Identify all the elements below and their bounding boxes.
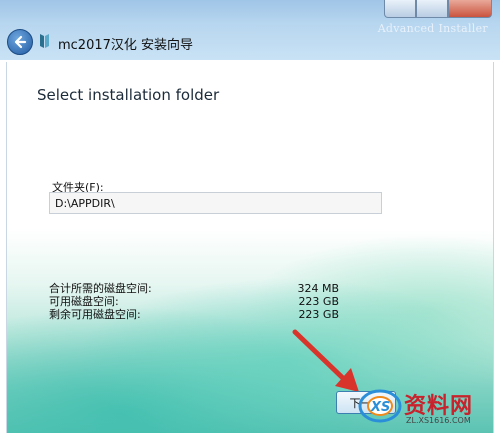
installer-brand-text: Advanced Installer <box>377 22 488 35</box>
window-title-bar: Advanced Installer mc2017汉化 安装向导 <box>0 0 500 60</box>
disk-space-value: 223 GB <box>298 295 339 308</box>
minimize-icon[interactable] <box>384 0 416 18</box>
disk-space-row: 剩余可用磁盘空间: 223 GB <box>49 308 339 321</box>
watermark-logo-icon: XS <box>358 389 402 423</box>
close-icon[interactable] <box>448 0 492 18</box>
disk-space-value: 324 MB <box>297 282 339 295</box>
disk-space-label: 合计所需的磁盘空间: <box>49 282 152 295</box>
disk-space-summary: 合计所需的磁盘空间: 324 MB 可用磁盘空间: 223 GB 剩余可用磁盘空… <box>49 282 339 321</box>
red-arrow-annotation <box>292 329 359 392</box>
page-title: Select installation folder <box>37 86 220 104</box>
maximize-icon[interactable] <box>416 0 448 18</box>
watermark-url: ZL.XS1616.COM <box>406 416 471 425</box>
back-arrow-icon <box>14 35 27 49</box>
disk-space-label: 剩余可用磁盘空间: <box>49 308 141 321</box>
disk-space-row: 合计所需的磁盘空间: 324 MB <box>49 282 339 295</box>
app-icon <box>40 34 49 48</box>
window-controls <box>384 0 492 20</box>
watermark: XS 资料网 ZL.XS1616.COM <box>358 378 500 433</box>
folder-path-input[interactable] <box>49 192 382 214</box>
disk-space-label: 可用磁盘空间: <box>49 295 119 308</box>
disk-space-row: 可用磁盘空间: 223 GB <box>49 295 339 308</box>
watermark-logo-text: XS <box>370 400 390 415</box>
back-button[interactable] <box>7 29 33 55</box>
window-title: mc2017汉化 安装向导 <box>58 38 194 53</box>
disk-space-value: 223 GB <box>298 308 339 321</box>
